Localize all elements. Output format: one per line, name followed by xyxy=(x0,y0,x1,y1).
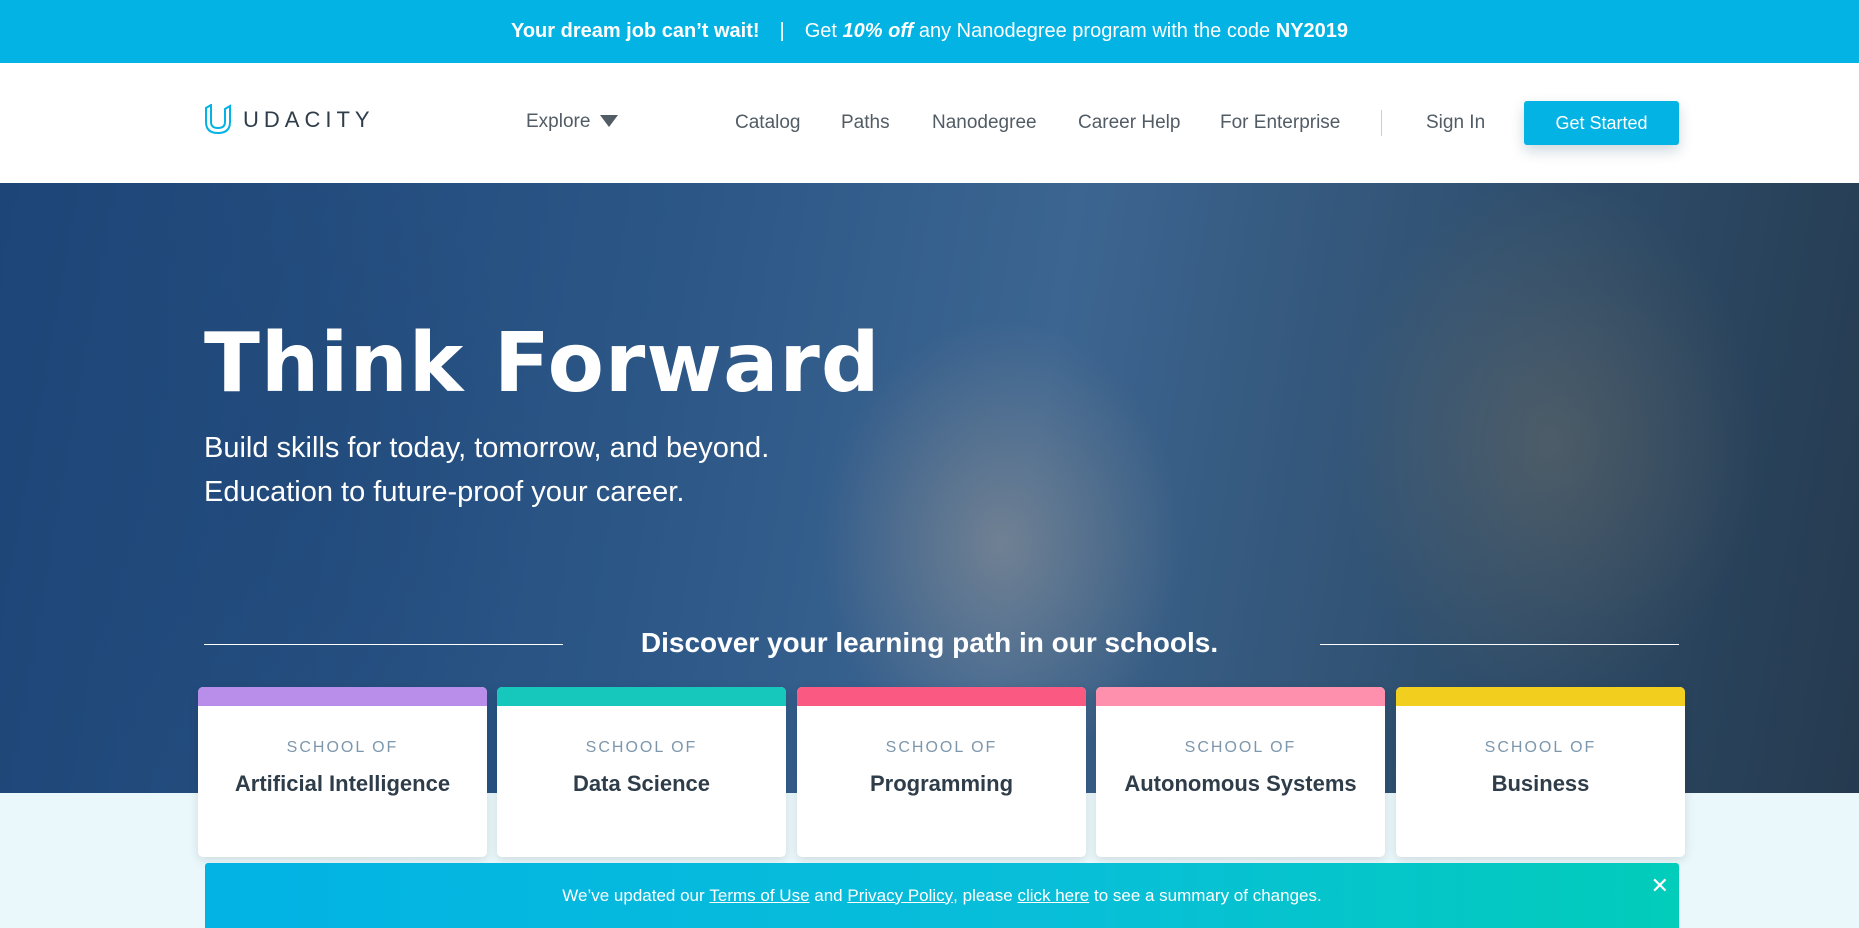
school-card-color-bar xyxy=(497,687,786,706)
school-card-name: Data Science xyxy=(573,771,710,796)
notice-text-2: and xyxy=(809,885,848,905)
explore-dropdown[interactable]: Explore xyxy=(526,111,619,133)
school-card-name: Artificial Intelligence xyxy=(234,771,451,796)
hero-subtitle: Build skills for today, tomorrow, and be… xyxy=(204,426,769,514)
discover-heading: Discover your learning path in our schoo… xyxy=(640,627,1219,658)
promo-banner: Your dream job can’t wait! | Get 10% off… xyxy=(0,0,1859,63)
promo-code: NY2019 xyxy=(1275,20,1349,42)
hero-title: Think Forward xyxy=(204,316,881,411)
school-card-programming[interactable]: SCHOOL OF Programming xyxy=(797,687,1086,857)
promo-lead: Your dream job can’t wait! xyxy=(510,20,760,42)
school-card-kicker: SCHOOL OF xyxy=(1484,739,1597,756)
notice-text-1: We’ve updated our xyxy=(562,885,710,905)
nav-link-catalog[interactable]: Catalog xyxy=(735,112,801,134)
discover-divider-right xyxy=(1320,644,1679,645)
navbar: UDACITY Explore Catalog Paths Nanodegree… xyxy=(0,63,1859,183)
school-card-data-science[interactable]: SCHOOL OF Data Science xyxy=(497,687,786,857)
promo-discount: 10% off xyxy=(842,20,914,42)
school-card-autonomous-systems[interactable]: SCHOOL OF Autonomous Systems xyxy=(1096,687,1385,857)
school-card-kicker: SCHOOL OF xyxy=(885,739,998,756)
nav-link-nanodegree[interactable]: Nanodegree xyxy=(932,112,1037,134)
nav-divider xyxy=(1381,110,1382,136)
promo-separator: | xyxy=(779,20,785,42)
school-card-kicker: SCHOOL OF xyxy=(585,739,698,756)
udacity-logo-icon xyxy=(205,104,231,135)
nav-link-career-help[interactable]: Career Help xyxy=(1078,112,1180,134)
explore-label: Explore xyxy=(526,111,591,132)
privacy-policy-link[interactable]: Privacy Policy xyxy=(847,886,953,906)
terms-of-use-link[interactable]: Terms of Use xyxy=(709,886,809,906)
hero-subtitle-line-1: Build skills for today, tomorrow, and be… xyxy=(204,432,770,464)
school-card-name: Autonomous Systems xyxy=(1124,771,1357,796)
school-card-color-bar xyxy=(797,687,1086,706)
nav-link-paths[interactable]: Paths xyxy=(841,112,890,134)
school-card-color-bar xyxy=(198,687,487,706)
click-here-link[interactable]: click here xyxy=(1017,886,1089,906)
school-card-color-bar xyxy=(1396,687,1685,706)
notice-text-3: , please xyxy=(953,885,1018,905)
sign-in-link[interactable]: Sign In xyxy=(1426,112,1485,134)
udacity-logo[interactable]: UDACITY xyxy=(203,104,375,136)
school-card-kicker: SCHOOL OF xyxy=(286,739,399,756)
school-card-name: Business xyxy=(1491,771,1590,796)
logo-text: UDACITY xyxy=(243,107,375,132)
hero-subtitle-line-2: Education to future-proof your career. xyxy=(204,476,685,508)
close-icon[interactable]: ✕ xyxy=(1651,875,1669,897)
school-card-artificial-intelligence[interactable]: SCHOOL OF Artificial Intelligence xyxy=(198,687,487,857)
notice-text-4: to see a summary of changes. xyxy=(1089,885,1322,905)
policy-notice-banner: We’ve updated our Terms of Use and Priva… xyxy=(205,863,1679,928)
promo-text-mid: any Nanodegree program with the code xyxy=(913,20,1276,42)
school-card-name: Programming xyxy=(869,771,1014,796)
nav-link-for-enterprise[interactable]: For Enterprise xyxy=(1220,112,1340,134)
get-started-button[interactable]: Get Started xyxy=(1524,101,1679,145)
school-card-color-bar xyxy=(1096,687,1385,706)
school-card-business[interactable]: SCHOOL OF Business xyxy=(1396,687,1685,857)
promo-text-pre: Get xyxy=(804,20,843,42)
triangle-down-icon xyxy=(600,115,619,127)
school-card-kicker: SCHOOL OF xyxy=(1184,739,1297,756)
